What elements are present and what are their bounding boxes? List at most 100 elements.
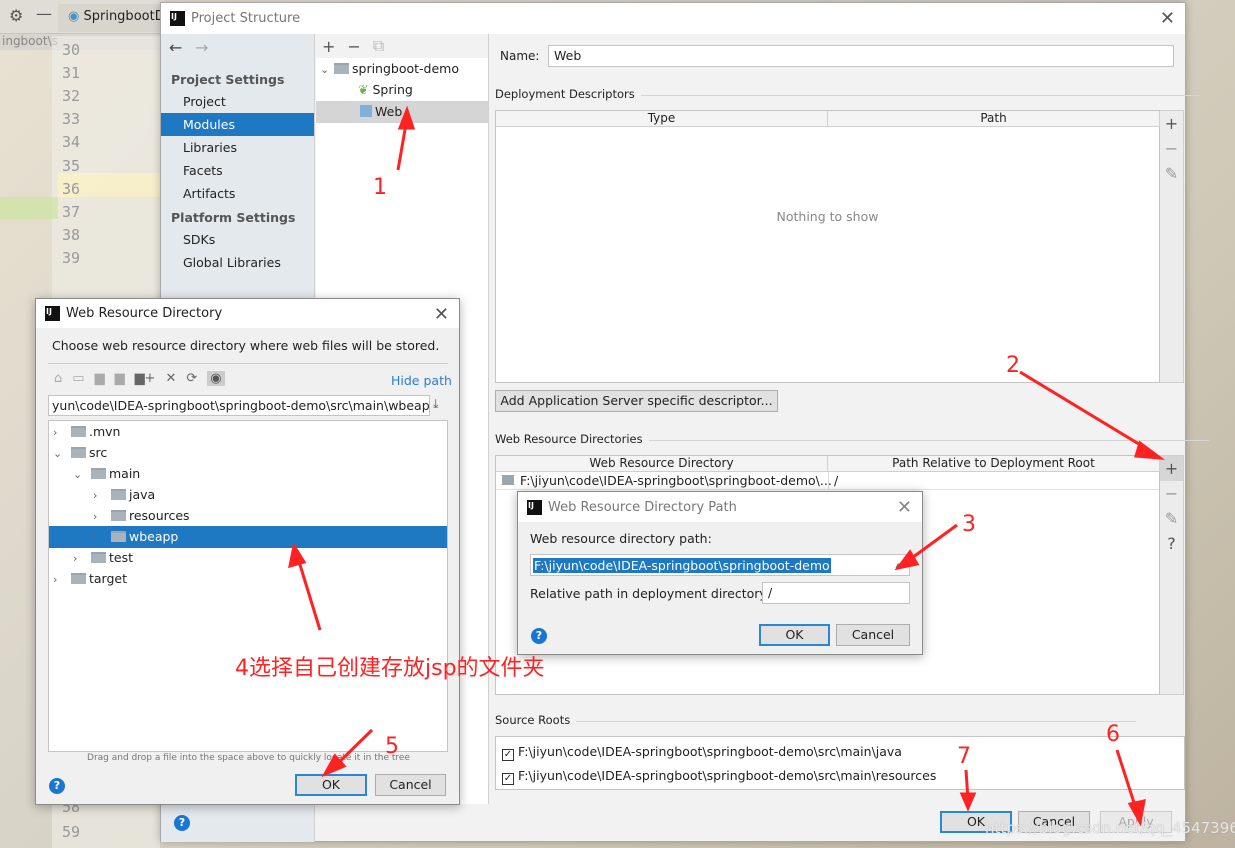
- dialog-title: Project Structure: [191, 11, 301, 26]
- annotation-4: 4选择自己创建存放jsp的文件夹: [235, 656, 545, 681]
- name-label: Name:: [500, 49, 540, 63]
- column-web-resource-directory[interactable]: Web Resource Directory: [496, 456, 828, 472]
- tree-node-java[interactable]: › java: [49, 484, 447, 506]
- download-icon[interactable]: ⤓: [433, 396, 439, 412]
- tree-node-src[interactable]: ⌄ src: [49, 442, 447, 464]
- remove-icon[interactable]: −: [347, 37, 360, 56]
- help-icon[interactable]: ?: [174, 815, 190, 831]
- name-input[interactable]: Web: [548, 45, 1174, 67]
- tree-node-resources[interactable]: › resources: [49, 505, 447, 527]
- close-icon[interactable]: ✕: [897, 497, 912, 518]
- nav-item-sdks[interactable]: SDKs: [161, 228, 314, 251]
- tree-node-label: .mvn: [88, 424, 121, 439]
- line-number: 30: [62, 41, 81, 59]
- module-folder-icon[interactable]: ▆: [115, 371, 125, 386]
- chevron-right-icon: ›: [93, 489, 98, 502]
- module-detail-panel: Name: Web Deployment Descriptors Type Pa…: [490, 34, 1207, 804]
- desktop-icon[interactable]: ▭: [72, 371, 84, 386]
- nav-item-artifacts[interactable]: Artifacts: [161, 182, 314, 205]
- nav-item-global-libraries[interactable]: Global Libraries: [161, 251, 314, 274]
- tree-node-wbeapp[interactable]: › wbeapp: [49, 526, 447, 548]
- add-icon[interactable]: +: [1160, 456, 1183, 481]
- close-icon[interactable]: ✕: [434, 304, 449, 325]
- ok-button[interactable]: OK: [295, 774, 367, 796]
- refresh-icon[interactable]: ⟳: [186, 371, 197, 386]
- tree-node-main[interactable]: ⌄ main: [49, 463, 447, 485]
- line-number: 33: [62, 110, 81, 129]
- copy-icon[interactable]: ⧉: [373, 36, 384, 56]
- help-icon[interactable]: ?: [49, 778, 65, 794]
- chevron-right-icon: ›: [93, 510, 98, 523]
- dialog-description: Choose web resource directory where web …: [52, 338, 440, 353]
- deployment-descriptors-heading: Deployment Descriptors: [495, 87, 1200, 101]
- line-number: 34: [62, 133, 81, 152]
- dialog-title: Web Resource Directory: [66, 306, 223, 321]
- checkbox[interactable]: ✓: [502, 773, 514, 785]
- column-type[interactable]: Type: [496, 111, 828, 127]
- title-bar: IJ _ Web Resource Directory ✕: [36, 299, 459, 328]
- folder-icon: [70, 573, 86, 584]
- column-path[interactable]: Path: [828, 111, 1160, 127]
- line-number: 38: [62, 225, 81, 244]
- directory-tree: › .mvn ⌄ src ⌄ main › java › resources › wbea…: [48, 420, 448, 752]
- home-icon[interactable]: ⌂: [54, 371, 62, 386]
- remove-icon[interactable]: −: [1160, 136, 1183, 161]
- table-row[interactable]: F:\jiyun\code\IDEA-springboot\springboot…: [496, 472, 1159, 490]
- close-icon[interactable]: ✕: [1160, 8, 1175, 29]
- tree-node-label: test: [108, 550, 133, 565]
- tree-node-root[interactable]: ⌄ springboot-demo: [320, 58, 459, 80]
- checkbox[interactable]: ✓: [502, 749, 514, 761]
- line-number: 39: [62, 248, 81, 267]
- edit-pencil-icon[interactable]: ✎: [1160, 161, 1183, 186]
- tree-node-mvn[interactable]: › .mvn: [49, 421, 447, 443]
- editor-tab[interactable]: ◉ SpringbootD: [58, 4, 160, 32]
- hide-path-link[interactable]: Hide path: [391, 373, 452, 388]
- tree-node-web[interactable]: Web: [316, 101, 488, 123]
- source-root-row[interactable]: ✓ F:\jiyun\code\IDEA-springboot\springboo…: [502, 741, 902, 763]
- forward-arrow-icon[interactable]: →: [195, 38, 208, 57]
- source-roots-list: ✓ F:\jiyun\code\IDEA-springboot\springboo…: [495, 736, 1185, 790]
- path-input[interactable]: yun\code\IDEA-springboot\springboot-demo…: [48, 395, 430, 416]
- delete-icon[interactable]: ✕: [165, 371, 176, 386]
- nav-item-modules[interactable]: Modules: [161, 113, 314, 136]
- browse-folder-icon[interactable]: ▰: [895, 555, 905, 575]
- cancel-button[interactable]: Cancel: [375, 774, 446, 796]
- dialog-title: Web Resource Directory Path: [548, 499, 737, 515]
- add-descriptor-button[interactable]: Add Application Server specific descript…: [495, 390, 778, 412]
- show-hidden-icon[interactable]: ◉: [207, 371, 225, 386]
- ok-button[interactable]: OK: [759, 624, 830, 646]
- cancel-button[interactable]: Cancel: [836, 624, 910, 646]
- add-icon[interactable]: +: [1160, 111, 1183, 136]
- tree-node-target[interactable]: › target: [49, 568, 447, 590]
- nav-item-libraries[interactable]: Libraries: [161, 136, 314, 159]
- remove-icon[interactable]: −: [1160, 481, 1183, 506]
- edit-pencil-icon[interactable]: ✎: [1160, 506, 1183, 531]
- nav-item-project[interactable]: Project: [161, 90, 314, 113]
- back-arrow-icon[interactable]: ←: [169, 38, 182, 57]
- chevron-down-icon: ⌄: [320, 63, 330, 76]
- empty-text: Nothing to show: [776, 209, 879, 224]
- add-icon[interactable]: +: [322, 37, 335, 56]
- title-bar: IJ _ Project Structure ✕: [161, 3, 1185, 34]
- tree-node-test[interactable]: › test: [49, 547, 447, 569]
- path-input[interactable]: F:\jiyun\code\IDEA-springboot\springboot…: [530, 554, 910, 576]
- chooser-toolbar: ⌂ ▭ ▆ ▆ ▆+ ✕ ⟳ ◉: [54, 371, 225, 386]
- gear-icon[interactable]: ⚙: [9, 6, 23, 25]
- new-folder-icon[interactable]: ▆+: [135, 371, 156, 386]
- nav-item-facets[interactable]: Facets: [161, 159, 314, 182]
- tree-node-spring[interactable]: ❦ Spring: [358, 79, 413, 101]
- help-icon[interactable]: ?: [1160, 531, 1183, 556]
- source-root-row[interactable]: ✓ F:\jiyun\code\IDEA-springboot\springboo…: [502, 765, 936, 787]
- editor-tab-label: SpringbootD: [83, 9, 160, 24]
- source-root-path: F:\jiyun\code\IDEA-springboot\springboot…: [518, 768, 937, 783]
- relative-path-input[interactable]: /: [762, 582, 910, 604]
- project-folder-icon[interactable]: ▆: [95, 371, 105, 386]
- help-icon[interactable]: ?: [531, 628, 547, 644]
- annotation-6: 6: [1106, 722, 1120, 747]
- column-relative-path[interactable]: Path Relative to Deployment Root: [828, 456, 1160, 472]
- relative-path-label: Relative path in deployment directory:: [530, 586, 771, 601]
- chevron-right-icon: ›: [93, 531, 98, 544]
- minimize-icon[interactable]: —: [36, 4, 52, 23]
- divider: [48, 363, 448, 364]
- line-number: 37: [62, 202, 81, 221]
